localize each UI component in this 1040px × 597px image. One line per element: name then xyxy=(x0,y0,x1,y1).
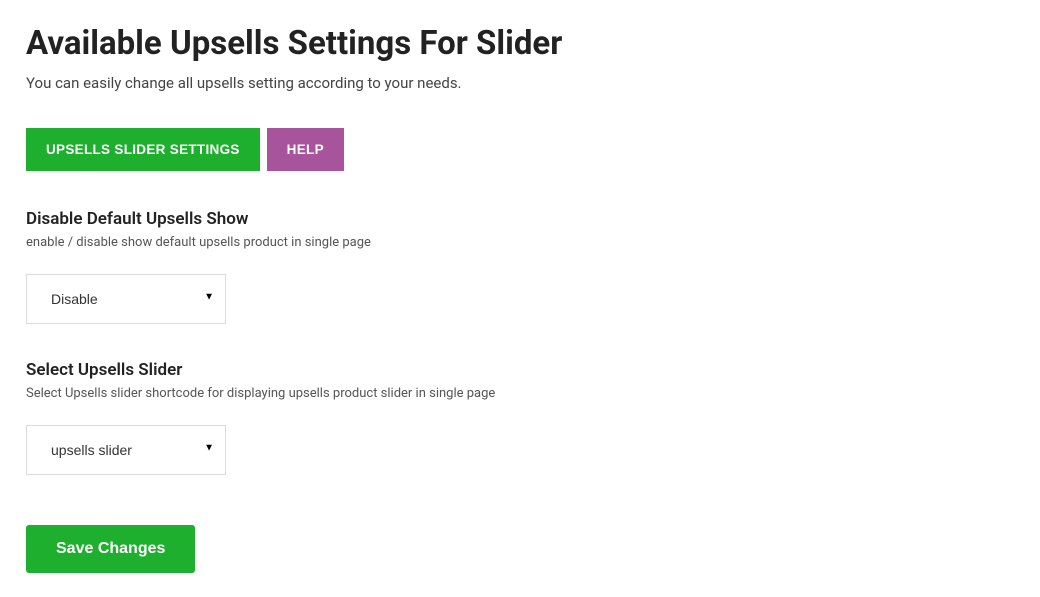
section-select-slider: Select Upsells Slider Select Upsells sli… xyxy=(26,360,1014,475)
save-changes-button[interactable]: Save Changes xyxy=(26,525,195,573)
select-wrap-disable-default: Disable ▼ xyxy=(26,274,226,324)
disable-default-select[interactable]: Disable xyxy=(26,274,226,324)
page-title: Available Upsells Settings For Slider xyxy=(26,24,1014,64)
section-disable-default: Disable Default Upsells Show enable / di… xyxy=(26,209,1014,324)
section-desc-disable-default: enable / disable show default upsells pr… xyxy=(26,235,1014,250)
section-desc-select-slider: Select Upsells slider shortcode for disp… xyxy=(26,386,1014,401)
section-title-select-slider: Select Upsells Slider xyxy=(26,360,1014,380)
page-subtitle: You can easily change all upsells settin… xyxy=(26,74,1014,92)
save-row: Save Changes xyxy=(26,525,1014,573)
help-button[interactable]: HELP xyxy=(267,128,344,171)
select-wrap-select-slider: upsells slider ▼ xyxy=(26,425,226,475)
section-title-disable-default: Disable Default Upsells Show xyxy=(26,209,1014,229)
upsells-slider-settings-button[interactable]: UPSELLS SLIDER SETTINGS xyxy=(26,128,260,171)
upsells-slider-select[interactable]: upsells slider xyxy=(26,425,226,475)
toolbar: UPSELLS SLIDER SETTINGS HELP xyxy=(26,128,1014,171)
